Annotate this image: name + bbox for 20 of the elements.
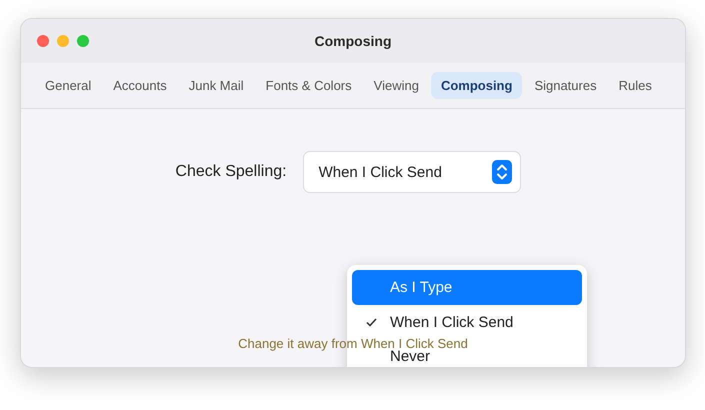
preference-tab[interactable]: Signatures [524,72,607,99]
spelling-popup-button[interactable]: When I Click Send [302,151,521,193]
preference-tab[interactable]: General [35,72,102,99]
preference-tab[interactable]: Viewing [364,72,429,99]
preference-tab[interactable]: Fonts & Colors [256,72,362,99]
menu-item[interactable]: As I Type [352,270,582,305]
close-button[interactable] [37,35,49,47]
preference-tab[interactable]: Composing [430,72,522,99]
preference-tab[interactable]: Accounts [103,72,177,99]
up-down-arrows-icon [492,160,512,184]
preference-tab[interactable]: Rules [608,72,662,99]
checkmark-icon [366,318,376,327]
field-label: Check Spelling: [175,163,287,181]
menu-item[interactable]: When I Click Send [352,312,582,333]
menu-item[interactable]: Never [352,347,582,366]
zoom-button[interactable] [77,35,89,47]
hint-text: Change it away from When I Click Send [237,337,469,350]
window-title: Composing [314,33,392,49]
preference-tab[interactable]: Junk Mail [178,72,254,99]
minimize-button[interactable] [57,35,69,47]
